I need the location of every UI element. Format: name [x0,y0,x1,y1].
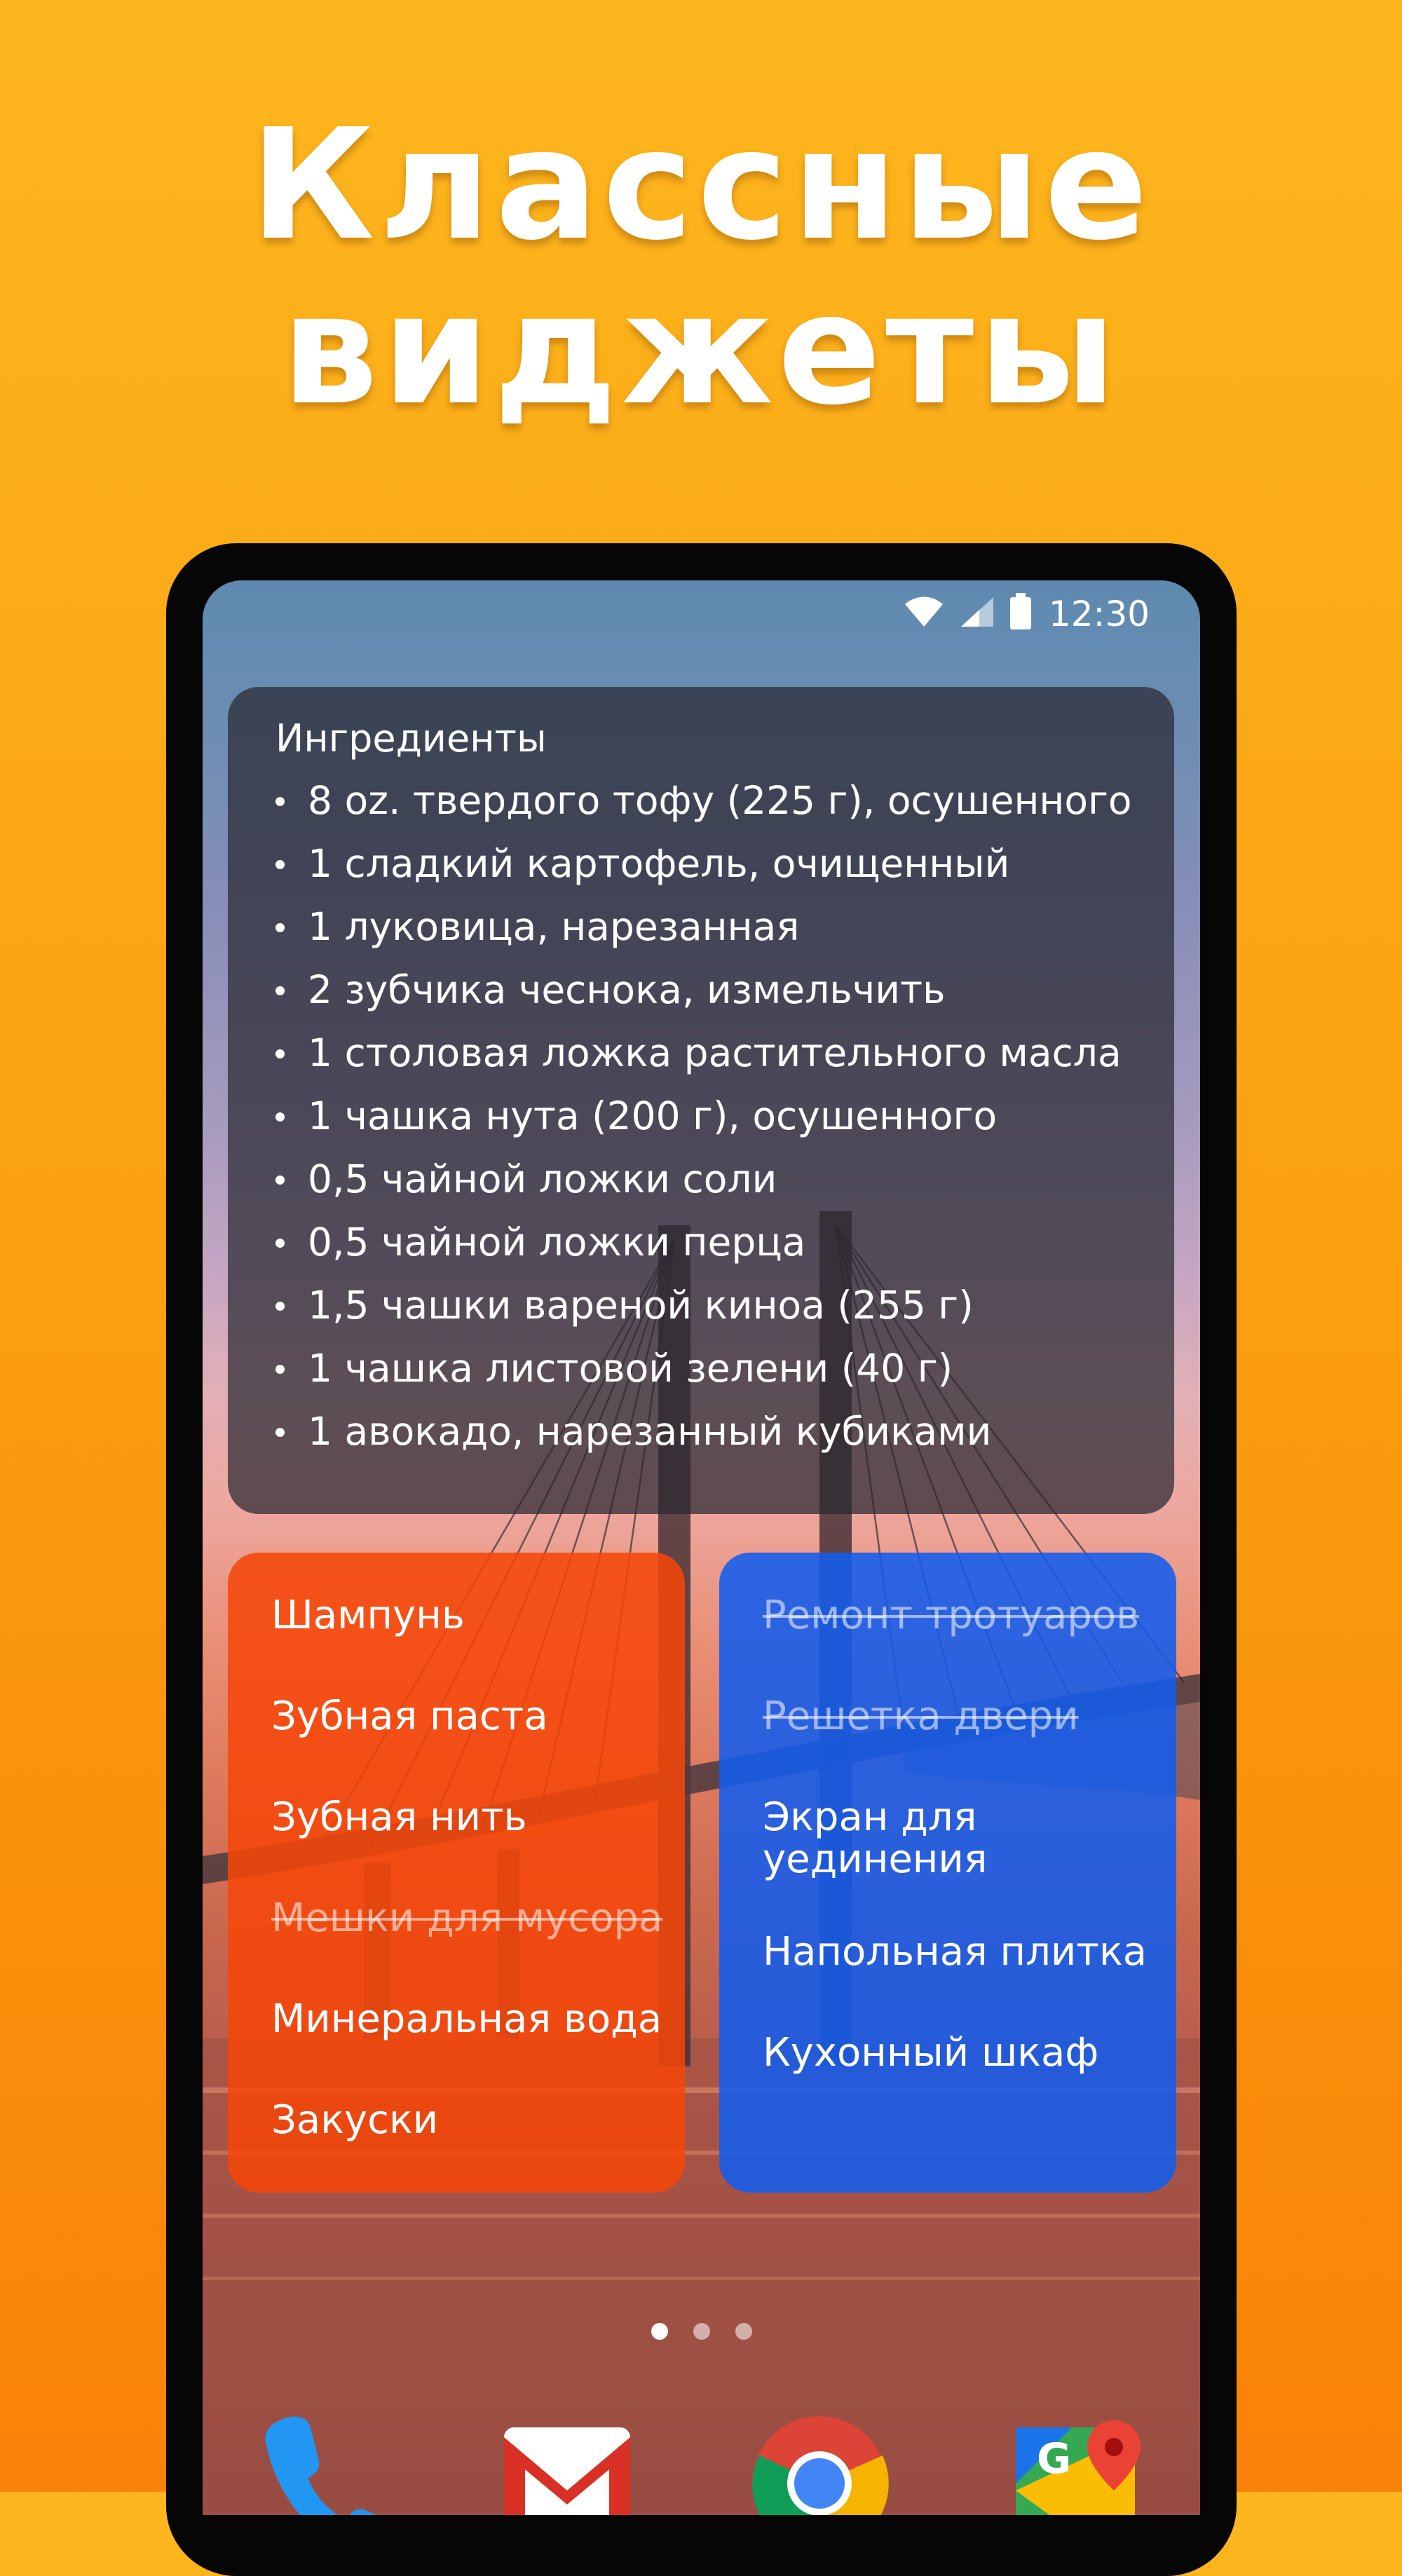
gmail-icon[interactable] [497,2406,637,2515]
todo-item-door-grille[interactable]: Решетка двери [763,1696,1155,1738]
todo-item-snacks[interactable]: Закуски [271,2099,664,2141]
bullet-icon [275,1239,285,1248]
list-item[interactable]: 1 луковица, нарезанная [275,904,1132,967]
todo-item-floor-tile[interactable]: Напольная плитка [763,1931,1155,1973]
headline-line-2: виджеты [281,261,1121,439]
signal-icon [961,597,993,627]
list-item[interactable]: 0,5 чайной ложки соли [275,1157,1132,1220]
ingredient-text: 1 чашка нута (200 г), осушенного [308,1093,998,1138]
bullet-icon [275,1049,285,1058]
list-item[interactable]: 2 зубчика чеснока, измельчить [275,967,1132,1030]
ingredients-title: Ингредиенты [275,716,547,761]
phone-screen: 12:30 Ингредиенты 8 oz. твердого тофу (2… [203,580,1200,2515]
bullet-icon [275,797,285,806]
bullet-icon [275,1302,285,1311]
bullet-icon [275,1365,285,1374]
bullet-icon [275,986,285,995]
todo-item-mineral-water[interactable]: Минеральная вода [271,1998,664,2040]
list-item[interactable]: 1 авокадо, нарезанный кубиками [275,1409,1132,1472]
list-item[interactable]: 1,5 чашки вареной киноа (255 г) [275,1283,1132,1346]
repair-list-widget[interactable]: Ремонт тротуаров Решетка двери Экран для… [719,1553,1176,2193]
list-item[interactable]: 1 столовая ложка растительного масла [275,1030,1132,1093]
google-maps-icon[interactable]: G [1009,2406,1149,2515]
bullet-icon [275,923,285,932]
ingredient-text: 8 oz. твердого тофу (225 г), осушенного [308,778,1132,823]
ingredient-text: 0,5 чайной ложки соли [308,1157,777,1201]
status-bar: 12:30 [203,580,1200,643]
ingredient-text: 1 чашка листовой зелени (40 г) [308,1346,953,1391]
todo-item-trash-bags[interactable]: Мешки для мусора [271,1897,664,1940]
page-indicator [651,2323,752,2344]
status-time: 12:30 [1048,594,1150,634]
bullet-icon [275,860,285,869]
ingredient-text: 0,5 чайной ложки перца [308,1220,806,1265]
todo-item-shampoo[interactable]: Шампунь [271,1595,664,1637]
todo-item-privacy-screen[interactable]: Экран для уединения [763,1797,1155,1881]
list-item[interactable]: 0,5 чайной ложки перца [275,1220,1132,1283]
list-item[interactable]: 1 сладкий картофель, очищенный [275,841,1132,904]
battery-icon [1010,593,1031,629]
ingredient-text: 1 авокадо, нарезанный кубиками [308,1409,992,1454]
shopping-list-widget[interactable]: Шампунь Зубная паста Зубная нить Мешки д… [228,1553,685,2193]
ingredients-list: 8 oz. твердого тофу (225 г), осушенного … [275,778,1132,1472]
list-item[interactable]: 1 чашка нута (200 г), осушенного [275,1093,1132,1157]
ingredient-text: 1 сладкий картофель, очищенный [308,841,1010,886]
todo-item-sidewalk-repair[interactable]: Ремонт тротуаров [763,1595,1155,1637]
list-item[interactable]: 8 oz. твердого тофу (225 г), осушенного [275,778,1132,841]
phone-icon[interactable] [252,2406,392,2515]
page-dot [693,2323,710,2340]
page-dot [735,2323,752,2340]
list-item[interactable]: 1 чашка листовой зелени (40 г) [275,1346,1132,1409]
bullet-icon [275,1112,285,1122]
chrome-icon[interactable] [749,2406,890,2515]
todo-item-kitchen-cabinet[interactable]: Кухонный шкаф [763,2032,1155,2074]
wifi-icon [905,597,943,627]
todo-item-floss[interactable]: Зубная нить [271,1797,664,1839]
headline-line-1: Классные [250,97,1152,274]
ingredients-widget[interactable]: Ингредиенты 8 oz. твердого тофу (225 г),… [228,687,1174,1514]
ingredient-text: 1 луковица, нарезанная [308,904,800,949]
svg-text:G: G [1037,2434,1071,2483]
bullet-icon [275,1175,285,1185]
ingredient-text: 1 столовая ложка растительного масла [308,1030,1122,1075]
ingredient-text: 1,5 чашки вареной киноа (255 г) [308,1283,974,1328]
page-dot-active [651,2323,668,2340]
todo-item-toothpaste[interactable]: Зубная паста [271,1696,664,1738]
ingredient-text: 2 зубчика чеснока, измельчить [308,967,946,1012]
bullet-icon [275,1428,285,1437]
